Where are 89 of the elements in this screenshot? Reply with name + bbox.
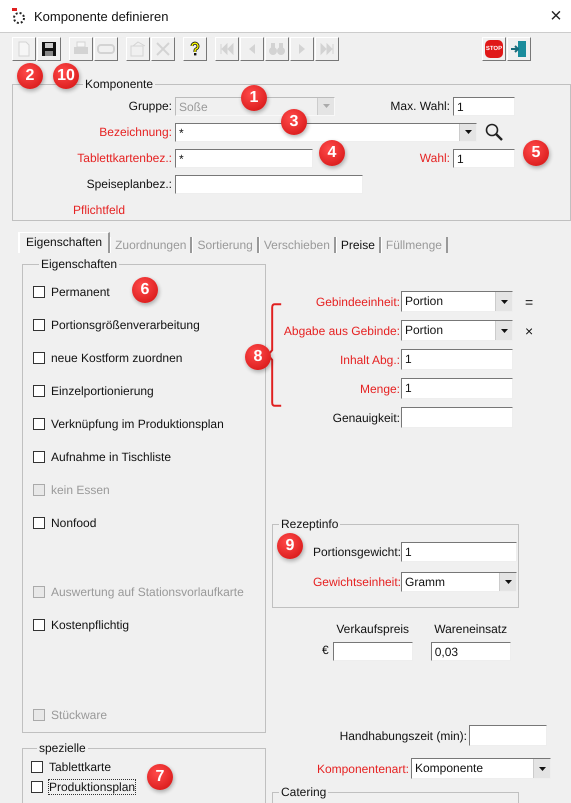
checkbox-label: Portionsgrößenverarbeitung (51, 318, 200, 332)
window-title: Komponente definieren (34, 8, 170, 24)
checkbox-label: Nonfood (51, 516, 96, 530)
exit-button[interactable] (507, 37, 531, 61)
checkbox[interactable] (31, 761, 43, 773)
checkbox[interactable] (33, 618, 45, 630)
app-icon (10, 7, 28, 25)
callout-badge: 4 (319, 140, 345, 166)
combo-box[interactable]: Gramm (401, 572, 517, 592)
field-label: Portionsgewicht: (312, 545, 401, 559)
currency-label: € (322, 643, 329, 657)
callout-badge: 7 (147, 764, 173, 790)
checkbox-label: Kostenpflichtig (51, 618, 130, 632)
search-icon[interactable] (485, 123, 503, 141)
checkbox[interactable] (33, 286, 45, 298)
field-label: Tablettkartenbez.: (76, 151, 173, 165)
input-field[interactable]: 0,03 (430, 642, 511, 661)
callout-badge: 8 (245, 344, 271, 370)
binoculars-icon (268, 41, 286, 57)
group-title: Eigenschaften (40, 257, 118, 271)
input-field[interactable]: 1 (401, 542, 517, 562)
save-button[interactable] (37, 37, 61, 61)
tab[interactable]: Eigenschaften (18, 232, 110, 253)
callout-badge: 9 (277, 533, 303, 559)
checkbox[interactable] (31, 781, 43, 793)
callout-badge: 1 (241, 85, 267, 111)
group-title: Rezeptinfo (280, 517, 340, 531)
rounded-bar-icon (97, 41, 115, 57)
field-label: Abgabe aus Gebinde: (282, 324, 401, 338)
field-label: Bezeichnung: (98, 125, 173, 139)
field-label: Gruppe: (128, 99, 173, 113)
field-label: Komponentenart: (316, 762, 409, 776)
operator-sign: = (525, 294, 534, 310)
field-label: Max. Wahl: (390, 99, 450, 113)
cross-icon (154, 41, 172, 57)
required-note: Pflichtfeld (72, 203, 126, 217)
tab[interactable]: Preise (336, 237, 381, 253)
field-label: Inhalt Abg.: (338, 352, 401, 366)
input-field[interactable] (175, 174, 363, 194)
exit-door-icon (510, 40, 528, 58)
checkbox-label: Auswertung auf Stationsvorlaufkarte (51, 584, 244, 598)
field-label: Handhabungszeit (min): (340, 728, 467, 742)
field-label: Gebindeeinheit: (314, 294, 401, 308)
field-label: Genauigkeit: (332, 410, 401, 424)
checkbox-label: kein Essen (51, 482, 110, 496)
checkbox-label: neue Kostform zuordnen (51, 350, 182, 364)
field-label: Gewichtseinheit: (312, 575, 401, 589)
combo-box[interactable]: Portion (401, 291, 513, 312)
callout-badge: 2 (17, 63, 43, 89)
input-field[interactable] (469, 725, 547, 746)
checkbox-label: Verknüpfung im Produktionsplan (51, 416, 224, 430)
input-field[interactable] (401, 407, 513, 428)
skip-back-icon (218, 41, 236, 57)
input-field[interactable]: * (175, 148, 313, 168)
checkbox-label: Permanent (51, 284, 110, 298)
group-title: spezielle (38, 741, 87, 755)
field-label: Wahl: (420, 151, 450, 165)
price-label: Wareneinsatz (434, 622, 508, 636)
checkbox[interactable] (33, 384, 45, 396)
checkbox[interactable] (33, 352, 45, 364)
operator-sign: × (525, 322, 534, 338)
checkbox[interactable] (33, 418, 45, 430)
price-label: Verkaufspreis (336, 622, 410, 636)
house-form-icon (129, 41, 147, 57)
input-field[interactable]: 1 (453, 148, 515, 168)
checkbox-label: Produktionsplan (49, 780, 136, 794)
combo-box[interactable]: Portion (401, 320, 513, 341)
checkbox-label: Aufnahme in Tischliste (51, 450, 172, 464)
skip-forward-icon (318, 41, 336, 57)
input-field[interactable]: 1 (401, 349, 513, 370)
callout-badge: 5 (523, 140, 549, 166)
field-label: Speiseplanbez.: (86, 177, 173, 191)
callout-badge: 6 (132, 277, 158, 303)
help-button[interactable] (183, 37, 207, 61)
group-title: Catering (280, 785, 328, 799)
close-button[interactable]: × (541, 4, 571, 28)
printer-icon (72, 41, 90, 57)
checkbox-label: Einzelportionierung (51, 384, 154, 398)
callout-badge: 10 (53, 63, 79, 89)
combo-box[interactable]: Komponente (411, 758, 551, 779)
checkbox[interactable] (33, 450, 45, 462)
checkbox[interactable] (33, 318, 45, 330)
field-label: Menge: (358, 382, 401, 396)
group-title: Komponente (84, 77, 154, 91)
checkbox-label: Tablettkarte (49, 760, 112, 774)
input-field[interactable]: 1 (401, 378, 513, 399)
checkbox[interactable] (33, 516, 45, 528)
input-field[interactable] (332, 642, 413, 661)
checkbox-label: Stückware (51, 708, 108, 722)
